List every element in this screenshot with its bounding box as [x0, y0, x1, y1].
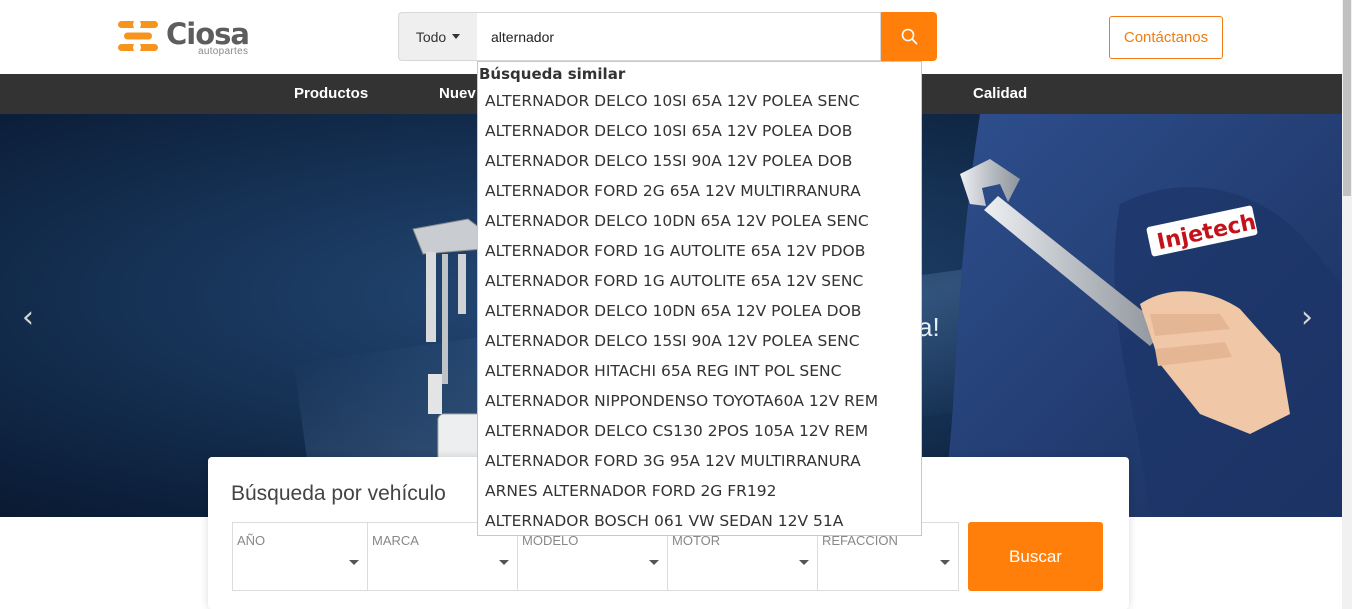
autocomplete-item[interactable]: ALTERNADOR FORD 1G AUTOLITE 65A 12V PDOB	[478, 236, 921, 266]
autocomplete-heading: Búsqueda similar	[479, 65, 626, 83]
caret-down-icon	[349, 560, 359, 565]
vehicle-search-title: Búsqueda por vehículo	[231, 482, 446, 505]
search-bar: Todo	[398, 12, 937, 61]
ciosa-logo[interactable]: Ciosa autopartes	[116, 16, 256, 58]
autocomplete-item[interactable]: ALTERNADOR DELCO 15SI 90A 12V POLEA SENC	[478, 326, 921, 356]
nav-item-novedades[interactable]: Nuev	[439, 74, 476, 114]
nav-item-calidad[interactable]: Calidad	[973, 74, 1027, 114]
caret-down-icon	[452, 34, 461, 39]
autocomplete-item[interactable]: ALTERNADOR FORD 2G 65A 12V MULTIRRANURA	[478, 176, 921, 206]
search-input[interactable]	[477, 12, 881, 61]
caret-down-icon	[940, 560, 950, 565]
search-icon	[901, 28, 917, 45]
search-autocomplete: Búsqueda similar ALTERNADOR DELCO 10SI 6…	[477, 61, 922, 536]
caret-down-icon	[799, 560, 809, 565]
year-select[interactable]: AÑO	[233, 523, 368, 590]
autocomplete-item[interactable]: ALTERNADOR DELCO 10DN 65A 12V POLEA SENC	[478, 206, 921, 236]
autocomplete-item[interactable]: ARNES ALTERNADOR FORD 2G FR192	[478, 476, 921, 506]
chevron-right-icon[interactable]: ›	[1297, 303, 1317, 333]
autocomplete-item[interactable]: ALTERNADOR NIPPONDENSO TOYOTA60A 12V REM	[478, 386, 921, 416]
search-button[interactable]	[881, 12, 937, 61]
caret-down-icon	[649, 560, 659, 565]
autocomplete-item[interactable]: ALTERNADOR DELCO 10SI 65A 12V POLEA DOB	[478, 116, 921, 146]
scrollbar-thumb[interactable]	[1343, 0, 1351, 196]
autocomplete-item[interactable]: ALTERNADOR FORD 3G 95A 12V MULTIRRANURA	[478, 446, 921, 476]
caret-down-icon	[499, 560, 509, 565]
page-scrollbar[interactable]	[1342, 0, 1352, 609]
autocomplete-item[interactable]: ALTERNADOR DELCO CS130 2POS 105A 12V REM	[478, 416, 921, 446]
nav-item-productos[interactable]: Productos	[294, 74, 368, 114]
autocomplete-item[interactable]: ALTERNADOR BOSCH 061 VW SEDAN 12V 51A	[478, 506, 921, 536]
autocomplete-list: ALTERNADOR DELCO 10SI 65A 12V POLEA SENC…	[478, 86, 921, 536]
search-category-label: Todo	[415, 28, 447, 45]
year-select-label: AÑO	[237, 533, 266, 548]
autocomplete-item[interactable]: ALTERNADOR DELCO 10DN 65A 12V POLEA DOB	[478, 296, 921, 326]
autocomplete-item[interactable]: ALTERNADOR DELCO 15SI 90A 12V POLEA DOB	[478, 146, 921, 176]
logo-subtitle: autopartes	[198, 46, 249, 57]
search-category-dropdown[interactable]: Todo	[398, 12, 477, 61]
autocomplete-item[interactable]: ALTERNADOR DELCO 10SI 65A 12V POLEA SENC	[478, 86, 921, 116]
vehicle-search-button[interactable]: Buscar	[968, 522, 1103, 591]
autocomplete-item[interactable]: ALTERNADOR FORD 1G AUTOLITE 65A 12V SENC	[478, 266, 921, 296]
contact-button[interactable]: Contáctanos	[1109, 16, 1223, 59]
ciosa-logo-icon	[118, 20, 158, 52]
chevron-left-icon[interactable]: ‹	[18, 303, 38, 333]
autocomplete-item[interactable]: ALTERNADOR HITACHI 65A REG INT POL SENC	[478, 356, 921, 386]
brand-select-label: MARCA	[372, 533, 419, 548]
